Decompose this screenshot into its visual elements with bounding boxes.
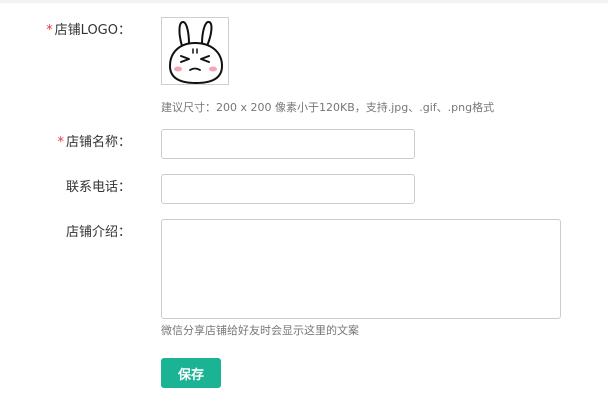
shop-name-label-row: * 店铺名称： [57, 134, 131, 152]
intro-label: 店铺介绍： [65, 225, 131, 240]
required-mark: * [57, 135, 64, 150]
logo-upload-box[interactable] [161, 17, 229, 85]
intro-label-row: 店铺介绍： [66, 224, 131, 242]
phone-label: 联系电话： [65, 180, 131, 195]
logo-size-hint: 建议尺寸：200 x 200 像素小于120KB，支持.jpg、.gif、.pn… [161, 101, 495, 114]
save-button[interactable]: 保存 [161, 358, 221, 388]
shop-intro-textarea[interactable] [161, 219, 561, 319]
rabbit-avatar-image [162, 18, 228, 84]
phone-label-row: 联系电话： [66, 179, 131, 197]
top-divider [0, 0, 608, 3]
intro-share-hint: 微信分享店铺给好友时会显示这里的文案 [161, 324, 359, 337]
shop-name-input[interactable] [161, 129, 415, 159]
shop-name-label: 店铺名称： [65, 135, 131, 150]
logo-label: 店铺LOGO： [54, 23, 131, 38]
required-mark: * [46, 23, 53, 38]
phone-input[interactable] [161, 174, 415, 204]
logo-label-row: * 店铺LOGO： [46, 22, 131, 40]
